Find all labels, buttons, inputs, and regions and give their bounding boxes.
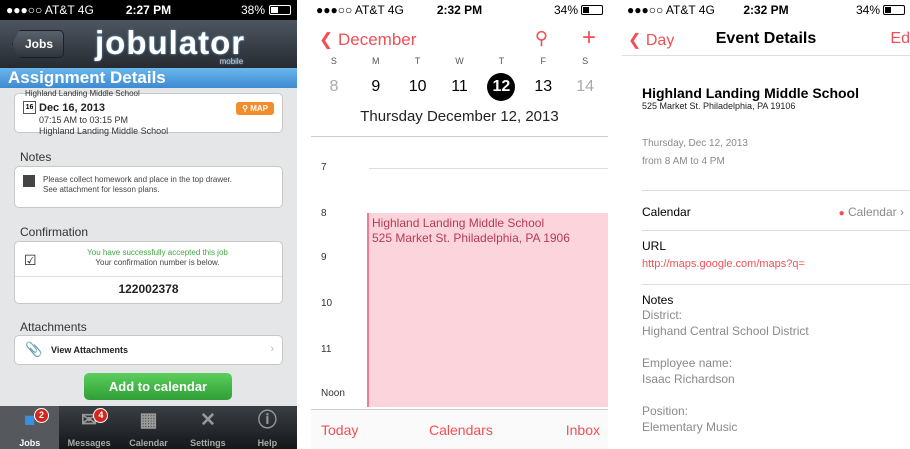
tab-help[interactable]: ⓘ Help	[238, 406, 297, 449]
event-date: Thursday, Dec 12, 2013	[642, 138, 748, 149]
tab-bar: ■ 2 Jobs ✉ 4 Messages ▦ Calendar ✕ Settings ⓘ H…	[0, 406, 297, 449]
hour-label: 7	[321, 162, 327, 173]
inbox-button[interactable]: Inbox	[566, 422, 600, 438]
today-button[interactable]: Today	[321, 422, 358, 438]
event-datetime: Thursday, Dec 12, 2013 from 8 AM to 4 PM	[642, 135, 910, 171]
help-icon: ⓘ	[257, 410, 277, 431]
clock: 2:27 PM	[125, 3, 172, 17]
confirmation-note: Your confirmation number is below.	[95, 258, 220, 267]
notes-label: Notes	[642, 293, 674, 307]
calendar-color-dot: ●	[838, 208, 845, 219]
attachments-heading: Attachments	[20, 320, 87, 334]
calendar-event[interactable]: Highland Landing Middle School 525 Marke…	[367, 213, 608, 407]
calendar-value: ● Calendar ›	[838, 205, 904, 219]
day-9[interactable]: 9	[355, 78, 397, 96]
day-10[interactable]: 10	[397, 78, 439, 96]
event-address: 525 Market St. Philadelphia, PA 19106	[642, 101, 796, 111]
day-11[interactable]: 11	[439, 78, 481, 96]
accepted-message: You have successfully accepted this job	[87, 248, 228, 257]
note-icon	[23, 175, 35, 187]
hour-label: Noon	[321, 388, 345, 399]
event-header: Highland Landing Middle School 525 Marke…	[642, 85, 910, 111]
day-14[interactable]: 14	[564, 78, 606, 96]
weekday-header: SMTWTFS	[330, 56, 589, 66]
assignment-card: Highland Landing Middle School 16 Dec 16…	[14, 89, 283, 136]
url-label: URL	[642, 239, 667, 253]
view-attachments-label: View Attachments	[51, 345, 129, 355]
calendar-icon: ▦	[139, 410, 158, 431]
url-row: URL http://maps.google.com/maps?q=	[642, 230, 910, 280]
notes-card: Please collect homework and place in the…	[14, 166, 283, 208]
clipped-school-name: Highland Landing Middle School	[25, 89, 140, 98]
week-days: 8 9 10 11 12 13 14	[311, 73, 608, 101]
calendars-button[interactable]: Calendars	[429, 422, 493, 438]
battery-icon	[581, 5, 603, 15]
status-bar: ●●●○○ AT&T 4G 2:32 PM 34%	[311, 0, 608, 20]
status-bar: ●●●○○ AT&T 4G 2:27 PM 38%	[0, 0, 297, 20]
notes-section: Notes District: Highand Central School D…	[642, 284, 910, 449]
edit-button[interactable]: Edit	[890, 30, 910, 48]
jobs-back-button[interactable]: Jobs	[12, 30, 65, 58]
tab-settings[interactable]: ✕ Settings	[178, 406, 237, 449]
search-icon[interactable]: ⚲	[535, 28, 548, 49]
add-event-icon[interactable]: +	[582, 24, 596, 52]
nav-bar: ❮ December ⚲ +	[311, 20, 608, 56]
chevron-right-icon: ›	[270, 343, 274, 355]
jobulator-logo: jobulator mobile	[95, 24, 246, 66]
bottom-toolbar: Today Calendars Inbox	[311, 409, 608, 449]
full-date: Thursday December 12, 2013	[360, 108, 559, 125]
event-title: Highland Landing Middle School	[372, 216, 545, 230]
page-title: Assignment Details	[0, 68, 297, 88]
confirmation-heading: Confirmation	[20, 225, 89, 239]
envelope-icon: ✉	[81, 410, 98, 431]
day-12-selected[interactable]: 12	[480, 73, 522, 101]
tools-icon: ✕	[199, 410, 216, 431]
battery-icon	[269, 5, 291, 15]
hour-label: 10	[321, 298, 333, 309]
checkbox-checked-icon: ☑	[24, 252, 37, 268]
jobs-icon: ■	[23, 410, 36, 431]
day-timeline[interactable]: 7 8 9 10 11 Noon Highland Landing Middle…	[311, 145, 608, 407]
nav-bar: ❮ Day Event Details Edit	[622, 20, 910, 56]
hour-label: 8	[321, 208, 327, 219]
hour-label: 11	[321, 344, 332, 355]
battery-icon	[883, 5, 905, 15]
event-title: Highland Landing Middle School	[642, 85, 859, 101]
calendar-day-screen: ●●●○○ AT&T 4G 2:32 PM 34% ❮ December ⚲ +…	[311, 0, 608, 449]
notes-text: District: Highand Central School Distric…	[642, 308, 809, 434]
chevron-right-icon: ›	[900, 205, 904, 219]
jobulator-screen: ●●●○○ AT&T 4G 2:27 PM 38% Jobs jobulator…	[0, 0, 297, 449]
paperclip-icon: 📎	[25, 341, 43, 357]
add-to-calendar-button[interactable]: Add to calendar	[84, 373, 232, 400]
assignment-date: Dec 16, 2013	[39, 102, 106, 114]
nav-bar: Jobs jobulator mobile	[0, 20, 297, 68]
tab-calendar[interactable]: ▦ Calendar	[119, 406, 178, 449]
day-13[interactable]: 13	[522, 78, 564, 96]
assignment-time-school: 07:15 AM to 03:15 PM Highland Landing Mid…	[39, 115, 169, 136]
day-8[interactable]: 8	[313, 78, 355, 96]
event-address: 525 Market St. Philadelphia, PA 1906	[372, 231, 570, 245]
event-details-screen: ●●●○○ AT&T 4G 2:32 PM 34% ❮ Day Event De…	[622, 0, 910, 449]
back-december-button[interactable]: ❮ December	[319, 30, 416, 50]
notes-text: Please collect homework and place in the…	[43, 175, 232, 194]
jobs-badge: 2	[34, 408, 49, 423]
confirmation-number: 122002378	[118, 282, 179, 296]
clock: 2:32 PM	[436, 3, 483, 17]
tab-jobs[interactable]: ■ 2 Jobs	[0, 406, 60, 449]
url-link[interactable]: http://maps.google.com/maps?q=	[642, 258, 910, 270]
map-button[interactable]: ⚲ MAP	[236, 102, 274, 115]
calendar-day-icon: 16	[23, 101, 36, 114]
clock: 2:32 PM	[743, 3, 789, 17]
calendar-label: Calendar	[642, 205, 691, 219]
notes-heading: Notes	[20, 150, 52, 164]
confirmation-card: ☑ You have successfully accepted this jo…	[14, 241, 283, 304]
hour-label: 9	[321, 252, 327, 263]
tab-messages[interactable]: ✉ 4 Messages	[59, 406, 118, 449]
page-title: Event Details	[715, 30, 817, 47]
status-bar: ●●●○○ AT&T 4G 2:32 PM 34%	[622, 0, 910, 20]
event-time: from 8 AM to 4 PM	[642, 156, 725, 167]
view-attachments-row[interactable]: 📎 View Attachments ›	[14, 335, 283, 365]
